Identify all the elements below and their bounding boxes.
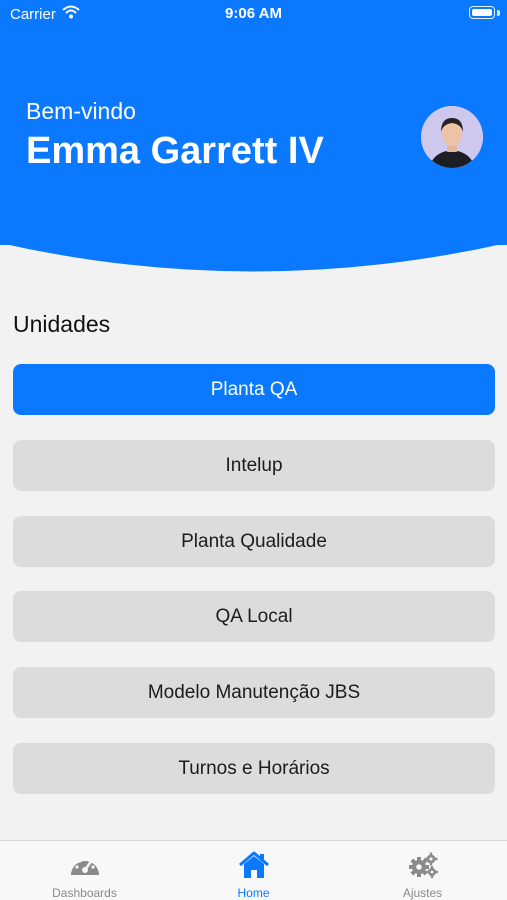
battery-tip [497, 10, 500, 16]
status-time: 9:06 AM [225, 5, 282, 22]
units-title: Unidades [13, 311, 111, 337]
tab-ajustes[interactable]: Ajustes [338, 841, 507, 900]
tab-home[interactable]: Home [169, 841, 338, 900]
avatar-portrait-icon [421, 106, 483, 168]
home-icon [239, 851, 269, 878]
gauge-icon [71, 857, 99, 875]
gears-icon [409, 852, 438, 878]
tab-dashboards[interactable]: Dashboards [0, 841, 169, 900]
unit-button-intelup[interactable]: Intelup [13, 440, 495, 491]
user-name: Emma Garrett IV [26, 130, 324, 172]
battery-icon [469, 6, 495, 19]
header-curve [0, 215, 507, 272]
avatar[interactable] [421, 106, 483, 168]
unit-button-planta-qa[interactable]: Planta QA [13, 364, 495, 415]
unit-button-turnos-horarios[interactable]: Turnos e Horários [13, 743, 495, 794]
unit-button-planta-qualidade[interactable]: Planta Qualidade [13, 516, 495, 567]
unit-button-modelo-manutencao[interactable]: Modelo Manutenção JBS [13, 667, 495, 718]
status-bar: Carrier 9:06 AM [0, 0, 507, 28]
tab-label-ajustes: Ajustes [402, 886, 443, 900]
tab-label-home: Home [237, 886, 270, 900]
tab-bar: Dashboards Home Ajustes [0, 840, 507, 900]
tab-label-dashboards: Dashboards [52, 886, 117, 900]
unit-button-qa-local[interactable]: QA Local [13, 591, 495, 642]
greeting-text: Bem-vindo [26, 98, 136, 124]
